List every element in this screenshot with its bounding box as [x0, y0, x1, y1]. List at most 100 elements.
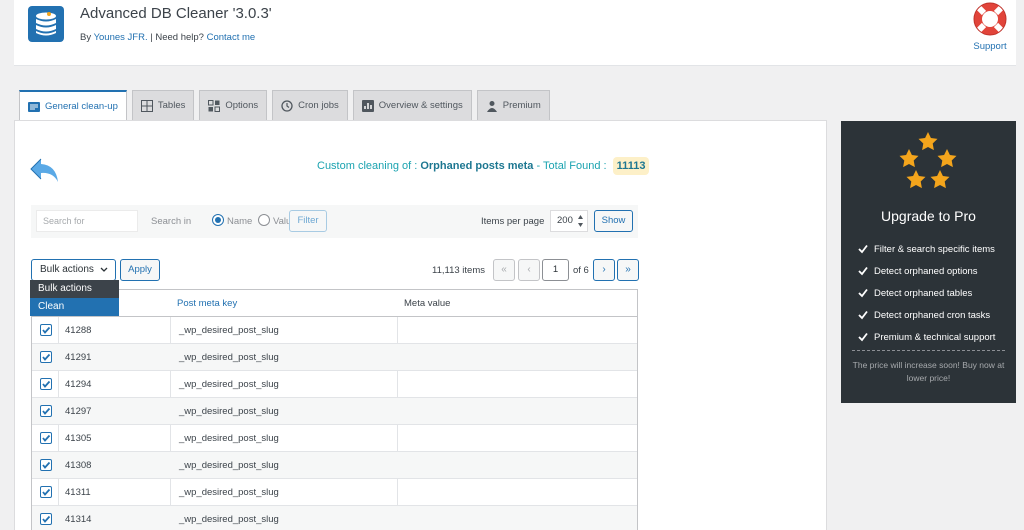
row-checkbox[interactable] [40, 351, 52, 363]
grid-icon [140, 99, 153, 112]
last-page-button[interactable]: » [617, 259, 639, 281]
back-arrow-icon[interactable] [29, 157, 61, 188]
tab-general-clean-up[interactable]: General clean-up [19, 90, 127, 121]
feature-label: Premium & technical support [874, 331, 996, 343]
column-post-meta-key[interactable]: Post meta key [177, 298, 237, 309]
table-row: 41311 _wp_desired_post_slug [32, 479, 637, 506]
row-meta-key: _wp_desired_post_slug [179, 325, 279, 336]
tab-label: Overview & settings [378, 100, 463, 111]
row-id: 41288 [65, 325, 92, 336]
row-checkbox[interactable] [40, 459, 52, 471]
filter-button[interactable]: Filter [289, 210, 327, 232]
tab-label: Options [225, 100, 259, 111]
spinner-icon[interactable] [577, 214, 584, 228]
feature-item: Detect orphaned tables [858, 282, 995, 304]
row-checkbox[interactable] [40, 378, 52, 390]
column-meta-value: Meta value [404, 298, 451, 309]
tab-options[interactable]: Options [199, 90, 268, 120]
row-id: 41294 [65, 379, 92, 390]
table-body: 41288 _wp_desired_post_slug 41291 _wp_de… [32, 317, 637, 530]
check-icon [858, 310, 868, 320]
row-meta-key: _wp_desired_post_slug [179, 352, 279, 363]
dropdown-option-clean[interactable]: Clean [30, 298, 119, 316]
row-checkbox[interactable] [40, 405, 52, 417]
tab-overview-settings[interactable]: Overview & settings [352, 90, 472, 120]
total-label: Total Found : [543, 160, 607, 172]
chevron-down-icon [100, 267, 108, 272]
tab-premium[interactable]: Premium [476, 90, 550, 120]
database-logo-icon [28, 6, 64, 42]
first-page-button[interactable]: « [493, 259, 515, 281]
total-badge: 11113 [612, 157, 650, 175]
table-row: 41308 _wp_desired_post_slug [32, 452, 637, 479]
check-icon [858, 288, 868, 298]
items-per-page-label: Items per page [481, 216, 545, 227]
items-per-page-value: 200 [557, 215, 573, 226]
support-link[interactable]: Support [970, 0, 1010, 52]
row-meta-key: _wp_desired_post_slug [179, 379, 279, 390]
cleaning-target: Orphaned posts meta [420, 160, 534, 172]
items-per-page-input[interactable]: 200 [550, 210, 588, 232]
next-page-button[interactable]: › [593, 259, 615, 281]
row-meta-key: _wp_desired_post_slug [179, 406, 279, 417]
radio-name[interactable] [212, 214, 224, 226]
price-note: The price will increase soon! Buy now at… [852, 360, 1005, 383]
row-checkbox[interactable] [40, 513, 52, 525]
row-id: 41314 [65, 514, 92, 525]
prev-page-button[interactable]: ‹ [518, 259, 540, 281]
row-meta-key: _wp_desired_post_slug [179, 514, 279, 525]
plugin-title: Advanced DB Cleaner '3.0.3' [80, 5, 272, 22]
row-id: 41311 [65, 487, 91, 498]
row-checkbox[interactable] [40, 486, 52, 498]
person-icon [486, 100, 497, 112]
stars-icon [899, 132, 957, 189]
feature-label: Detect orphaned options [874, 265, 978, 277]
author-link[interactable]: Younes JFR. [94, 32, 148, 43]
feature-item: Premium & technical support [858, 326, 995, 348]
tab-tables[interactable]: Tables [131, 90, 195, 120]
byline-separator: | [150, 32, 153, 43]
tab-label: Cron jobs [298, 100, 339, 111]
table-row: 41291 _wp_desired_post_slug [32, 344, 637, 371]
row-checkbox[interactable] [40, 432, 52, 444]
dropdown-option-bulk-actions[interactable]: Bulk actions [30, 280, 119, 298]
chart-icon [361, 99, 374, 112]
check-icon [858, 266, 868, 276]
tab-label: General clean-up [45, 101, 118, 112]
row-meta-key: _wp_desired_post_slug [179, 460, 279, 471]
feature-label: Filter & search specific items [874, 243, 995, 255]
feature-item: Filter & search specific items [858, 238, 995, 260]
items-count: 11,113 items [432, 265, 485, 276]
filter-bar: Search for Search in Name Value Filter I… [31, 205, 638, 238]
table-header: Post meta key Meta value [32, 290, 637, 317]
radio-name-label: Name [227, 216, 253, 227]
tab-label: Premium [502, 100, 541, 111]
search-input[interactable]: Search for [36, 210, 138, 232]
apply-button[interactable]: Apply [120, 259, 160, 281]
tab-label: Tables [157, 100, 186, 111]
plugin-byline: By Younes JFR. | Need help? Contact me [80, 32, 255, 43]
current-page-input[interactable]: 1 [542, 259, 569, 281]
orphaned-meta-table: Post meta key Meta value 41288 _wp_desir… [31, 289, 638, 530]
support-label[interactable]: Support [970, 41, 1010, 52]
contact-link[interactable]: Contact me [207, 32, 256, 43]
show-button[interactable]: Show [594, 210, 633, 232]
tab-bar: General clean-up Tables Options Cron job… [19, 90, 550, 121]
row-id: 41291 [65, 352, 92, 363]
total-pages: of 6 [573, 265, 589, 276]
radio-value[interactable] [258, 214, 270, 226]
tab-cron-jobs[interactable]: Cron jobs [272, 90, 348, 120]
table-row: 41305 _wp_desired_post_slug [32, 425, 637, 452]
bulk-actions-select[interactable]: Bulk actions [31, 259, 116, 281]
table-row: 41294 _wp_desired_post_slug [32, 371, 637, 398]
table-row: 41297 _wp_desired_post_slug [32, 398, 637, 425]
row-id: 41297 [65, 406, 92, 417]
plugin-header: Advanced DB Cleaner '3.0.3' By Younes JF… [14, 0, 1016, 66]
upgrade-panel[interactable]: Upgrade to Pro Filter & search specific … [841, 121, 1016, 403]
search-in-label: Search in [151, 216, 192, 227]
feature-label: Detect orphaned cron tasks [874, 309, 991, 321]
bulk-actions-value: Bulk actions [40, 264, 94, 275]
feature-label: Detect orphaned tables [874, 287, 973, 299]
row-checkbox[interactable] [40, 324, 52, 336]
options-icon [208, 99, 221, 112]
